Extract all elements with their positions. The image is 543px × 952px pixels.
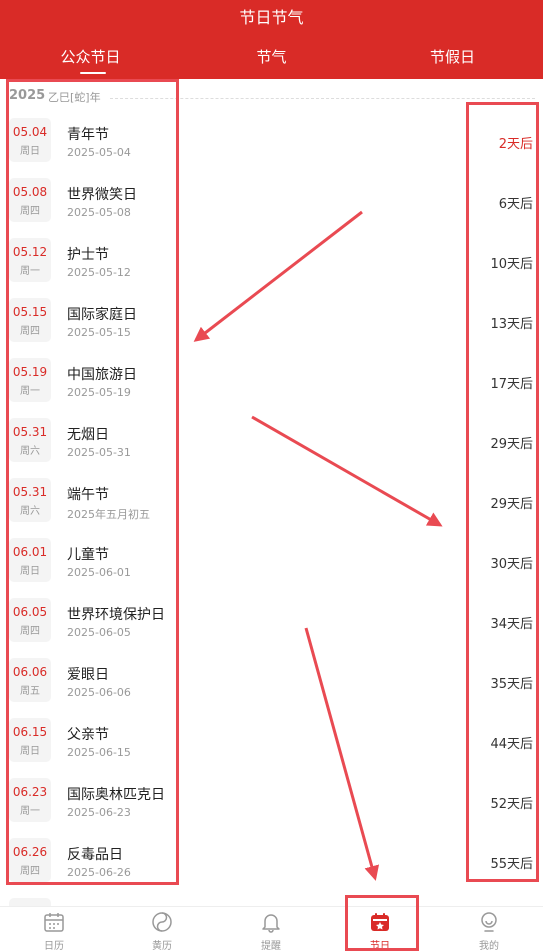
nav-almanac[interactable]: 黄历 — [108, 907, 216, 952]
nav-label: 黄历 — [152, 941, 172, 952]
tab-holidays[interactable]: 节假日 — [362, 40, 543, 76]
list-item-partial — [0, 892, 543, 906]
calendar-icon — [44, 913, 64, 932]
nav-profile[interactable]: 我的 — [435, 907, 543, 952]
nav-label: 日历 — [44, 941, 64, 952]
yin-yang-icon — [152, 912, 172, 932]
app-header: 节日节气 公众节日 节气 节假日 — [0, 0, 543, 79]
page-title: 节日节气 — [239, 8, 304, 27]
highlight-box-festival-tab — [345, 895, 419, 951]
highlight-box-countdown — [466, 102, 539, 882]
tab-public-festivals[interactable]: 公众节日 — [0, 40, 181, 76]
tab-solar-terms[interactable]: 节气 — [181, 40, 362, 76]
highlight-box-date-list — [6, 79, 179, 885]
nav-calendar[interactable]: 日历 — [0, 907, 108, 952]
nav-label: 我的 — [479, 941, 499, 952]
tab-bar: 公众节日 节气 节假日 — [0, 40, 543, 76]
bottom-nav: 日历 黄历 提醒 节日 我的 — [0, 906, 543, 952]
nav-label: 提醒 — [261, 941, 281, 952]
bell-icon — [262, 914, 280, 933]
date-box — [9, 898, 51, 906]
nav-reminder[interactable]: 提醒 — [217, 907, 325, 952]
profile-icon — [481, 912, 497, 932]
